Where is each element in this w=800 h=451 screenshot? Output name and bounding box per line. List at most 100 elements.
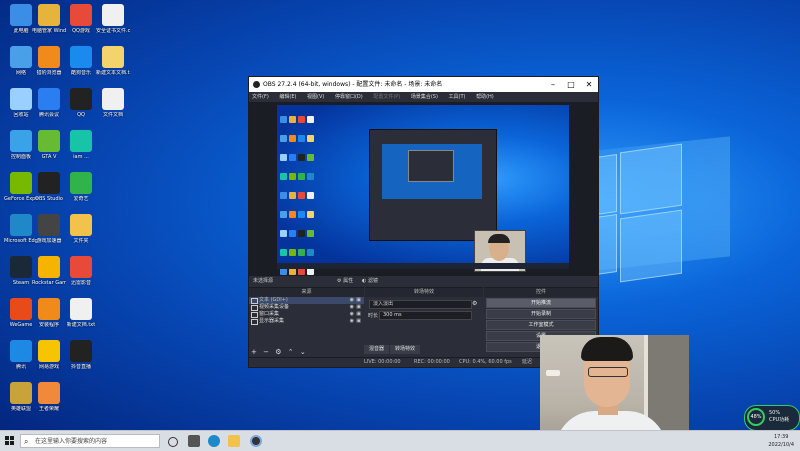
close-icon[interactable]: ✕ <box>580 77 598 92</box>
app-icon <box>10 382 32 404</box>
start-recording-button[interactable]: 开始录制 <box>486 309 596 319</box>
tab-transitions[interactable]: 转场特效 <box>390 345 421 354</box>
menu-file[interactable]: 文件(F) <box>252 94 269 100</box>
clock-time: 17:39 <box>773 434 789 440</box>
app-icon <box>70 256 92 278</box>
desktop-icon[interactable]: GTA V <box>32 130 66 160</box>
duration-input[interactable]: 300 ms <box>379 311 472 320</box>
start-streaming-button[interactable]: 开始推流 <box>486 298 596 308</box>
desktop-icon[interactable]: QQ游戏 <box>64 4 98 34</box>
minimize-icon[interactable]: – <box>544 77 562 92</box>
transition-settings-icon[interactable]: ⚙ <box>472 300 477 307</box>
desktop-icon[interactable]: 迅雷影音 <box>64 256 98 286</box>
properties-button[interactable]: ⚙ 属性 <box>337 276 353 287</box>
mini-taskbar <box>277 263 569 269</box>
source-item[interactable]: 显示器采集 ◉ ▣ <box>249 318 364 325</box>
app-icon <box>10 298 32 320</box>
desktop-icon-label: QQ <box>77 112 85 118</box>
menu-view[interactable]: 视图(V) <box>307 94 324 100</box>
app-icon <box>10 340 32 362</box>
remove-icon[interactable]: − <box>263 348 269 356</box>
studio-mode-button[interactable]: 工作室模式 <box>486 320 596 330</box>
app-icon <box>70 46 92 68</box>
desktop-icon[interactable]: 安全证书文件.crt <box>96 4 130 34</box>
menu-docks[interactable]: 停靠窗口(D) <box>335 94 363 100</box>
cpu-percent: 48% <box>747 408 765 426</box>
taskbar-search-input[interactable]: ⌕ 在这里输入你要搜索的内容 <box>20 434 160 448</box>
lock-icon[interactable]: ▣ <box>356 297 361 304</box>
lock-icon[interactable]: ▣ <box>356 318 361 325</box>
desktop-icon[interactable]: 文件夹 <box>64 214 98 244</box>
desktop-icon[interactable]: iam ... <box>64 130 98 160</box>
desktop-icon-label: 酷狗音乐 <box>70 70 91 76</box>
desktop-icon[interactable]: 腾讯会议 <box>32 88 66 118</box>
desktop-icon[interactable]: QQ <box>64 88 98 118</box>
move-up-icon[interactable]: ⌃ <box>288 348 294 356</box>
desktop-icon[interactable]: 爱奇艺 <box>64 172 98 202</box>
app-icon <box>70 88 92 110</box>
desktop-icon[interactable]: 新建文本文档.txt <box>96 46 130 76</box>
menu-profile[interactable]: 配置文件(P) <box>373 94 400 100</box>
visibility-eye-icon[interactable]: ◉ <box>350 297 354 304</box>
app-icon <box>10 4 32 26</box>
desktop-icon[interactable]: 抖音直播 <box>64 340 98 370</box>
desktop-icon[interactable]: 电脑管家 Windows <box>32 4 66 34</box>
app-icon <box>10 88 32 110</box>
desktop-icon[interactable]: 文件文档 <box>96 88 130 118</box>
cpu-usage-widget[interactable]: 48% 50% CPU功耗 <box>744 405 800 431</box>
desktop-icon[interactable]: 网易游戏 <box>32 340 66 370</box>
obs-taskbar-icon[interactable] <box>250 435 262 447</box>
visibility-eye-icon[interactable]: ◉ <box>350 304 354 311</box>
visibility-eye-icon[interactable]: ◉ <box>350 311 354 318</box>
lock-icon[interactable]: ▣ <box>356 311 361 318</box>
desktop-icon[interactable]: 酷狗音乐 <box>64 46 98 76</box>
desktop-icon[interactable]: 猎豹浏览器 <box>32 46 66 76</box>
obs-window[interactable]: OBS 27.2.4 (64-bit, windows) - 配置文件: 未命名… <box>248 76 599 368</box>
source-item[interactable]: 窗口采集 ◉ ▣ <box>249 311 364 318</box>
desktop-icon-label: 新建文档.txt <box>66 322 96 328</box>
desktop-icon-label: 抖音直播 <box>70 364 91 370</box>
filters-button[interactable]: ◐ 滤镜 <box>362 276 378 287</box>
obs-preview[interactable] <box>249 102 598 275</box>
add-icon[interactable]: + <box>251 348 257 356</box>
visibility-eye-icon[interactable]: ◉ <box>350 318 354 325</box>
app-icon <box>70 4 92 26</box>
desktop-icon[interactable]: 安装程序 <box>32 298 66 328</box>
edge-icon[interactable] <box>208 435 220 447</box>
obs-title: OBS 27.2.4 (64-bit, windows) - 配置文件: 未命名… <box>263 81 443 88</box>
source-name: 视频采集设备 <box>259 304 290 310</box>
cpu-status: CPU: 0.4%, 60.00 fps <box>459 359 512 365</box>
gear-icon[interactable]: ⚙ <box>275 348 281 356</box>
folder-icon[interactable] <box>228 435 240 447</box>
obs-titlebar[interactable]: OBS 27.2.4 (64-bit, windows) - 配置文件: 未命名… <box>249 77 598 92</box>
app-icon <box>70 130 92 152</box>
obs-menubar: 文件(F) 编辑(E) 视图(V) 停靠窗口(D) 配置文件(P) 场景集合(S… <box>249 92 598 102</box>
windows-start-icon[interactable] <box>5 436 15 446</box>
transition-select[interactable]: 淡入淡出 <box>369 300 472 309</box>
move-down-icon[interactable]: ⌄ <box>300 348 306 356</box>
source-item[interactable]: 文本 (GDI+) ◉ ▣ <box>249 297 364 304</box>
sources-title: 来源 <box>249 288 364 297</box>
sources-toolbar: + − ⚙ ⌃ ⌄ <box>251 348 310 356</box>
menu-scene-collection[interactable]: 场景集合(S) <box>411 94 438 100</box>
menu-tools[interactable]: 工具(T) <box>449 94 466 100</box>
desktop-icon[interactable]: Rockstar Games <box>32 256 66 286</box>
desktop-icon[interactable]: 游戏加速器 <box>32 214 66 244</box>
menu-help[interactable]: 帮助(H) <box>476 94 494 100</box>
app-icon <box>10 172 32 194</box>
task-view-icon[interactable] <box>168 437 178 447</box>
lock-icon[interactable]: ▣ <box>356 304 361 311</box>
rec-status: REC: 00:00:00 <box>414 359 450 365</box>
file-manager-icon[interactable] <box>188 435 200 447</box>
desktop-icon[interactable]: 新建文档.txt <box>64 298 98 328</box>
desktop-icon[interactable]: OBS Studio <box>32 172 66 202</box>
tab-mixer[interactable]: 混音器 <box>364 345 390 354</box>
source-item[interactable]: 视频采集设备 ◉ ▣ <box>249 304 364 311</box>
source-name: 显示器采集 <box>259 318 285 324</box>
app-icon <box>38 172 60 194</box>
maximize-icon[interactable]: □ <box>562 77 580 92</box>
desktop-icon-label: QQ游戏 <box>72 28 90 34</box>
system-clock[interactable]: 17:39 2022/10/4 <box>768 433 794 449</box>
menu-edit[interactable]: 编辑(E) <box>279 94 296 100</box>
desktop-icon[interactable]: 王者荣耀 <box>32 382 66 412</box>
